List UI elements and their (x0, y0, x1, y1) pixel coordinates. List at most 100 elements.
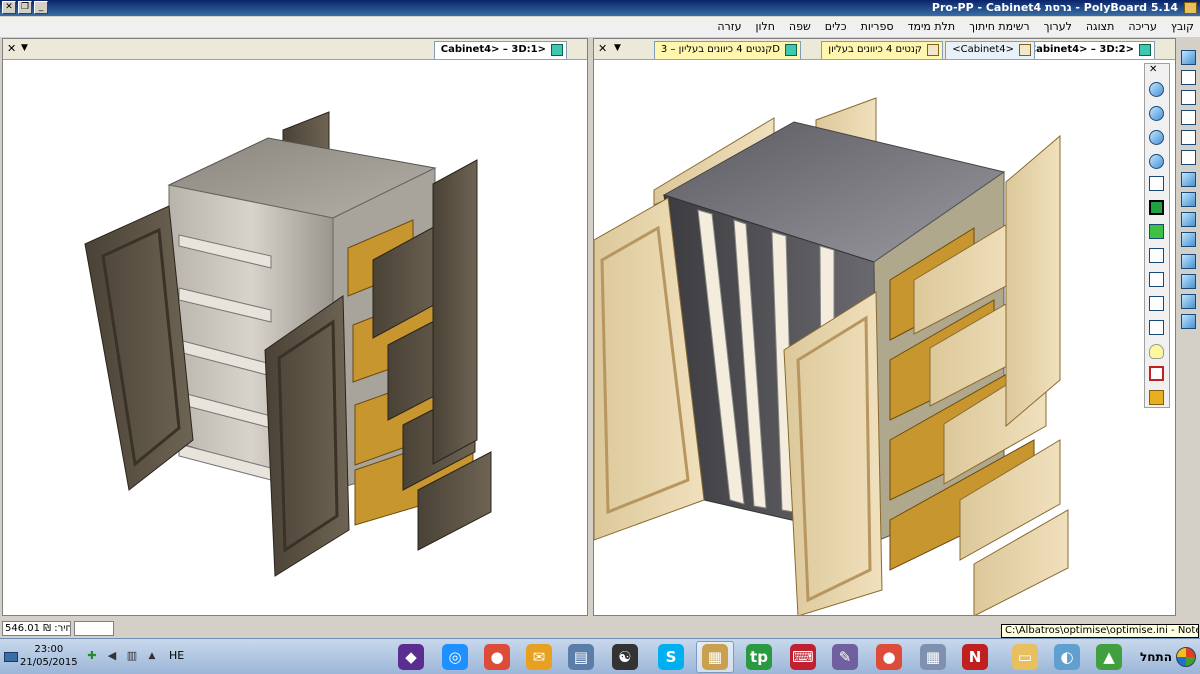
view-iso-4-icon[interactable] (1181, 110, 1196, 125)
taskbar-app-12[interactable]: ▦ (914, 641, 952, 673)
taskbar-app-7[interactable]: ▦ (696, 641, 734, 673)
menu-items: קובץ עריכה תצוגה לערוך רשימת חיתוך תלת מימד ספ… (717, 20, 1194, 33)
language-indicator[interactable]: HE (169, 649, 184, 662)
view-iso-5-icon[interactable] (1181, 130, 1196, 145)
menu-item-5[interactable]: תלת מימד (908, 20, 956, 33)
polyboard-app: ✕ ❐ _ Pro-PP - Cabinet4 גרסת - PolyBoard… (0, 0, 1200, 674)
minimize-button[interactable]: _ (34, 1, 48, 14)
solid-view-icon[interactable] (1149, 200, 1164, 215)
taskbar-app-14[interactable]: ▭ (1006, 641, 1044, 673)
menu-item-10[interactable]: עזרה (717, 20, 741, 33)
menu-item-9[interactable]: חלון (755, 20, 774, 33)
network-icon[interactable]: ▥ (126, 650, 138, 662)
taskbar-app-16[interactable]: ▲ (1090, 641, 1128, 673)
outline-icon[interactable] (1149, 296, 1164, 311)
tab-3d-2[interactable]: Cabinet4> – 3D:2> (1021, 41, 1155, 59)
taskbar-app-1[interactable]: ◎ (436, 641, 474, 673)
taskbar-app-3[interactable]: ✉ (520, 641, 558, 673)
clock[interactable]: 23:00 21/05/2015 (20, 643, 78, 669)
camera-toolbar (1176, 38, 1200, 338)
restore-button[interactable]: ❐ (18, 1, 32, 14)
explode-icon[interactable] (1149, 366, 1164, 381)
skype-icon: S (658, 644, 684, 670)
polyboard-app-icon (1184, 2, 1197, 14)
system-tray: 23:00 21/05/2015 ✚ ◀ ▥ ▲ HE (0, 639, 192, 674)
lightbulb-icon[interactable] (1149, 344, 1164, 359)
view-bottom-icon[interactable] (1181, 274, 1196, 289)
left-pane-close-icon[interactable]: ✕ (7, 42, 16, 55)
view-front-icon[interactable] (1181, 172, 1196, 187)
show-desktop-icon[interactable] (4, 652, 18, 662)
menu-item-1[interactable]: עריכה (1128, 20, 1157, 33)
left-pane-menu-icon[interactable]: ▼ (21, 43, 28, 53)
tab-edging-top[interactable]: קנטים 4 כיוונים בעליון (821, 41, 943, 59)
keyboard-icon: ⌨ (790, 644, 816, 670)
taskbar-app-4[interactable]: ▤ (562, 641, 600, 673)
taskbar-app-13[interactable]: N (956, 641, 994, 673)
clock-time: 23:00 (34, 644, 64, 655)
rotate-right-icon[interactable] (1149, 130, 1164, 145)
left-3d-viewport[interactable] (3, 60, 587, 615)
rotate-icon[interactable] (1149, 82, 1164, 97)
shaded-view-icon[interactable] (1149, 224, 1164, 239)
taskbar-app-0[interactable]: ◆ (392, 641, 430, 673)
taskbar-app-5[interactable]: ☯ (606, 641, 644, 673)
menu-item-4[interactable]: רשימת חיתוך (969, 20, 1029, 33)
status-empty-field (74, 621, 114, 636)
start-label: התחל (1140, 650, 1172, 664)
menu-item-0[interactable]: קובץ (1171, 20, 1194, 33)
taskbar-app-10[interactable]: ✎ (826, 641, 864, 673)
status-row: 546.01 ₪ :מחיר C:\Albatros\optimise\opti… (0, 618, 1200, 638)
taskbar-app-8[interactable]: tp (740, 641, 778, 673)
view-top-icon[interactable] (1181, 254, 1196, 269)
wireframe-icon[interactable] (1149, 248, 1164, 263)
view-persp-icon[interactable] (1181, 294, 1196, 309)
chart-app-icon: ▲ (1096, 644, 1122, 670)
taskbar-tooltip: C:\Albatros\optimise\optimise.ini - Note… (1001, 624, 1199, 638)
right-pane-close-icon[interactable]: ✕ (598, 42, 607, 55)
auto-view-icon[interactable] (1149, 176, 1164, 191)
close-button[interactable]: ✕ (2, 1, 16, 14)
view-left-icon[interactable] (1181, 212, 1196, 227)
tab-edging-top-3d[interactable]: קנטים 4 כיוונים בעליון – 3D (653, 41, 801, 59)
taskbar-app-9[interactable]: ⌨ (784, 641, 822, 673)
tab-3d-1[interactable]: Cabinet4> – 3D:1> (433, 41, 567, 59)
3d-box-icon (785, 44, 797, 56)
box-outline-icon[interactable] (1149, 320, 1164, 335)
view-iso-1-icon[interactable] (1181, 50, 1196, 65)
right-pane-menu-icon[interactable]: ▼ (614, 43, 621, 53)
taskbar-app-6[interactable]: S (652, 641, 690, 673)
windows-logo-icon (1176, 647, 1196, 667)
view-iso-2-icon[interactable] (1181, 70, 1196, 85)
right-tabstrip: ✕ ▼ Cabinet4> – 3D:2> <Cabinet4> קנטים 4… (594, 39, 1175, 60)
tab-cabinet4[interactable]: <Cabinet4> (945, 41, 1035, 59)
view-back-icon[interactable] (1181, 192, 1196, 207)
view-toolbar-close-icon[interactable]: ✕ (1149, 64, 1157, 75)
clock-date: 21/05/2015 (20, 657, 78, 668)
start-button[interactable]: התחל (1140, 645, 1196, 669)
taskbar-app-15[interactable]: ◐ (1048, 641, 1086, 673)
material-icon[interactable] (1149, 390, 1164, 405)
rotate-left-icon[interactable] (1149, 106, 1164, 121)
security-shield-icon[interactable]: ✚ (86, 650, 98, 662)
right-3d-viewport[interactable] (594, 60, 1175, 615)
rotate-down-icon[interactable] (1149, 154, 1164, 169)
volume-icon[interactable]: ◀ (106, 650, 118, 662)
tray-expand-icon[interactable]: ▲ (146, 650, 158, 662)
taskbar-app-2[interactable]: ● (478, 641, 516, 673)
menu-item-8[interactable]: שפה (789, 20, 811, 33)
hidden-lines-icon[interactable] (1149, 272, 1164, 287)
menu-item-2[interactable]: תצוגה (1086, 20, 1114, 33)
tab-edging-top-label: קנטים 4 כיוונים בעליון (828, 44, 922, 55)
taskbar-app-11[interactable]: ● (870, 641, 908, 673)
title-bar: ✕ ❐ _ Pro-PP - Cabinet4 גרסת - PolyBoard… (0, 0, 1200, 16)
paint-palette-icon: ◐ (1054, 644, 1080, 670)
view-iso-3-icon[interactable] (1181, 90, 1196, 105)
view-reset-icon[interactable] (1181, 314, 1196, 329)
menu-item-6[interactable]: ספריות (861, 20, 894, 33)
menu-item-7[interactable]: כלים (825, 20, 847, 33)
view-iso-6-icon[interactable] (1181, 150, 1196, 165)
menu-item-3[interactable]: לערוך (1044, 20, 1072, 33)
view-right-icon[interactable] (1181, 232, 1196, 247)
3d-box-icon (1139, 44, 1151, 56)
